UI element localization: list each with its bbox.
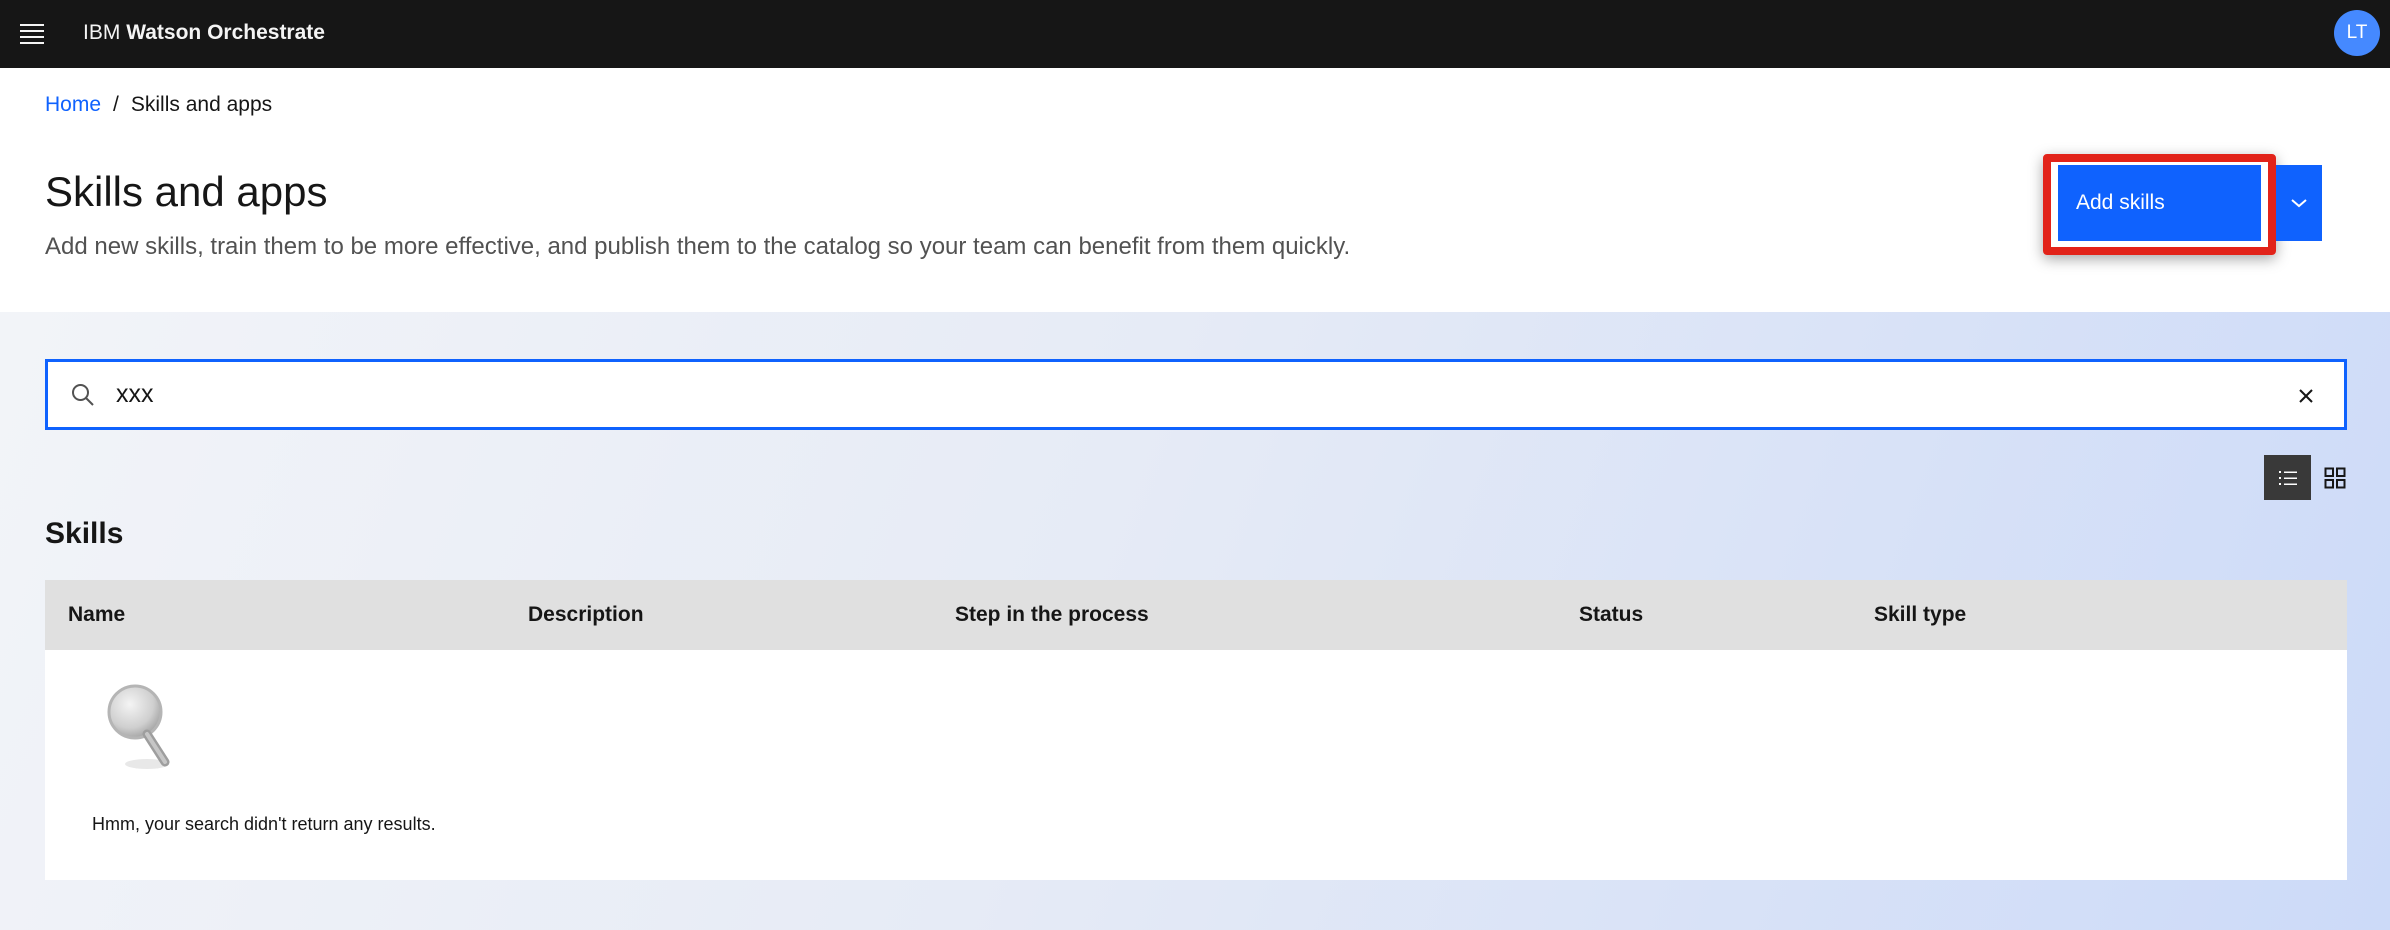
add-skills-menu-button[interactable] — [2276, 165, 2322, 241]
search-bar — [45, 359, 2347, 430]
top-navigation-bar: IBM Watson Orchestrate LT — [0, 0, 2390, 68]
breadcrumb-separator: / — [113, 93, 119, 116]
grid-view-icon — [2324, 467, 2345, 488]
column-header-step[interactable]: Step in the process — [955, 580, 1149, 650]
breadcrumb-current: Skills and apps — [130, 93, 273, 116]
breadcrumb-home-link[interactable]: Home — [45, 92, 101, 118]
product-name[interactable]: IBM Watson Orchestrate — [83, 20, 325, 46]
column-header-name[interactable]: Name — [68, 580, 125, 650]
skills-table: Name Description Step in the process Sta… — [45, 580, 2347, 880]
skills-section-title: Skills — [45, 517, 124, 550]
page-subtitle: Add new skills, train them to be more ef… — [45, 233, 1351, 260]
brand-prefix: IBM — [83, 21, 121, 44]
close-icon — [2299, 389, 2313, 403]
add-skills-button[interactable]: Add skills — [2058, 165, 2261, 241]
clear-search-button[interactable] — [2286, 376, 2326, 416]
table-header: Name Description Step in the process Sta… — [45, 580, 2347, 650]
hamburger-menu-icon[interactable] — [16, 19, 50, 49]
column-header-status[interactable]: Status — [1579, 580, 1643, 650]
chevron-down-icon — [2291, 199, 2307, 208]
grid-view-button[interactable] — [2311, 455, 2358, 500]
breadcrumb: Home / Skills and apps — [45, 92, 272, 118]
column-header-description[interactable]: Description — [528, 580, 644, 650]
page-title: Skills and apps — [45, 168, 328, 215]
empty-state-message: Hmm, your search didn't return any resul… — [92, 814, 436, 834]
user-avatar[interactable]: LT — [2334, 10, 2380, 56]
list-view-button[interactable] — [2264, 455, 2311, 500]
search-input[interactable] — [116, 372, 2266, 416]
search-icon — [72, 384, 94, 406]
list-view-icon — [2278, 470, 2297, 485]
brand-name: Watson Orchestrate — [126, 21, 325, 44]
column-header-skill-type[interactable]: Skill type — [1874, 580, 1966, 650]
magnifying-glass-icon — [107, 684, 170, 769]
